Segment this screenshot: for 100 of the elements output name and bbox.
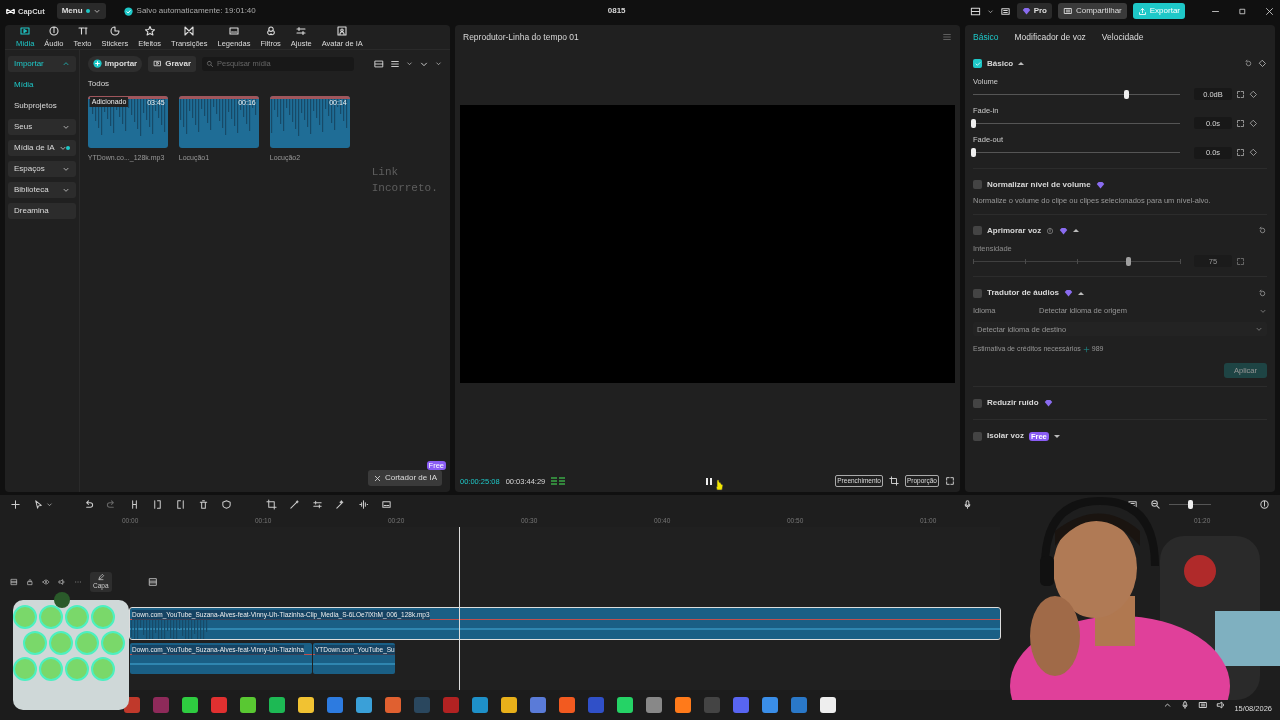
undo-icon[interactable]: [83, 498, 94, 510]
share-screen-icon: [1062, 6, 1073, 17]
section-title: Isolar voz: [987, 430, 1024, 443]
pencil-icon: [96, 572, 105, 581]
screenshot-icon[interactable]: [889, 476, 899, 487]
section-title: Aprimorar voz: [987, 224, 1042, 237]
add-icon[interactable]: [10, 498, 21, 510]
keyframe-icon[interactable]: [1249, 148, 1258, 158]
import-button[interactable]: Importar: [87, 55, 143, 72]
sidebar-group[interactable]: Dreamina: [8, 202, 76, 219]
equalizer-icon[interactable]: [312, 498, 323, 510]
close-icon[interactable]: [1265, 7, 1274, 16]
adjust-icon: [295, 24, 308, 37]
volume-icon[interactable]: [58, 577, 66, 586]
caret-icon[interactable]: [435, 60, 442, 68]
sidebar-item[interactable]: Subprojetos: [8, 97, 76, 114]
inspector-tab[interactable]: Modificador de voz: [1014, 31, 1086, 44]
lock-icon[interactable]: [26, 577, 34, 586]
inspector-tab[interactable]: Velocidade: [1101, 31, 1144, 44]
reset-icon[interactable]: [1258, 226, 1267, 236]
menu-button[interactable]: Menu: [56, 3, 106, 20]
stepper-icon[interactable]: [1236, 118, 1245, 128]
trim-right-icon[interactable]: [175, 498, 186, 510]
pause-icon[interactable]: [705, 476, 714, 486]
sidebar-item[interactable]: Mídia: [8, 76, 76, 93]
keyframe-icon[interactable]: [1249, 118, 1258, 128]
sidebar-group[interactable]: Espaços: [8, 160, 76, 177]
inspector-tab[interactable]: Básico: [973, 31, 999, 44]
keyframe-icon[interactable]: [1258, 59, 1267, 69]
caret-icon[interactable]: [986, 8, 994, 15]
logo-icon: [6, 7, 15, 16]
checkbox[interactable]: [973, 59, 982, 69]
audio-icon: [47, 24, 60, 37]
caret-icon[interactable]: [1018, 61, 1025, 67]
track-icon[interactable]: [10, 577, 18, 586]
visibility-icon[interactable]: [42, 577, 50, 586]
chevron-icon[interactable]: [1163, 700, 1173, 710]
stepper-icon[interactable]: [1236, 148, 1245, 158]
sticker-icon: [108, 24, 121, 37]
subtitles-icon[interactable]: [999, 6, 1011, 17]
trim-left-icon[interactable]: [152, 498, 163, 510]
caret-icon[interactable]: [46, 500, 53, 508]
sidebar-group[interactable]: Seus: [8, 118, 76, 135]
microphone-icon[interactable]: [1180, 700, 1191, 710]
checkbox[interactable]: [973, 431, 982, 441]
redo-icon[interactable]: [106, 498, 117, 510]
grid-view-icon[interactable]: [374, 58, 384, 69]
caret-icon[interactable]: [406, 60, 413, 68]
search-icon: [206, 59, 214, 68]
section-title: Tradutor de áudios: [987, 287, 1059, 300]
audio-wave-icon[interactable]: [358, 498, 369, 510]
caption-icon: [227, 24, 240, 37]
menu-icon[interactable]: [942, 32, 952, 43]
fit-icon[interactable]: [1259, 498, 1270, 510]
star-icon: [143, 24, 156, 37]
caret-icon: [92, 7, 101, 16]
bowtie-icon: [183, 24, 196, 37]
checkbox[interactable]: [973, 226, 982, 236]
section-title: Normalizar nível de volume: [987, 178, 1091, 191]
caret-icon[interactable]: [1073, 228, 1080, 234]
pro-button[interactable]: Pro: [1016, 3, 1052, 20]
maximize-icon[interactable]: [1238, 7, 1247, 16]
slider-thumb[interactable]: [971, 118, 976, 128]
overlay-text: Link Incorreto.: [371, 164, 439, 197]
sidebar-group[interactable]: Mídia de IA: [8, 139, 76, 156]
sidebar-group[interactable]: Biblioteca: [8, 181, 76, 198]
pointer-icon[interactable]: [33, 498, 44, 510]
record-button[interactable]: Gravar: [148, 55, 196, 72]
zoom-thumb[interactable]: [1188, 499, 1193, 509]
share-button[interactable]: Compartilhar: [1057, 3, 1127, 20]
upload-icon: [1137, 7, 1147, 16]
shield-icon[interactable]: [221, 498, 232, 510]
microphone-icon[interactable]: [962, 498, 973, 510]
zoom-out-icon[interactable]: [1150, 498, 1161, 510]
magic-icon[interactable]: [289, 498, 300, 510]
ai-cutter-button[interactable]: Cortador de IA: [367, 470, 442, 487]
fullscreen-icon[interactable]: [945, 476, 955, 487]
caret-icon[interactable]: [1053, 433, 1060, 439]
sort-icon[interactable]: [390, 58, 400, 69]
stepper-icon[interactable]: [1236, 89, 1245, 99]
layout-icon[interactable]: [969, 6, 981, 17]
slider-thumb[interactable]: [1124, 89, 1130, 99]
section-title: Reduzir ruído: [987, 397, 1039, 410]
caption-icon[interactable]: [381, 498, 392, 510]
slider-thumb[interactable]: [971, 148, 976, 158]
delete-icon[interactable]: [198, 498, 209, 510]
sidebar-group[interactable]: Importar: [8, 55, 76, 72]
keyframe-icon[interactable]: [1249, 89, 1258, 99]
media-icon: [19, 24, 32, 37]
camera-icon: [153, 59, 163, 69]
split-icon[interactable]: [129, 498, 140, 510]
checkbox[interactable]: [973, 180, 982, 190]
check-circle-icon: [123, 7, 133, 16]
plus-circle-icon: [92, 59, 102, 69]
volume-icon[interactable]: [1216, 700, 1227, 710]
reset-icon[interactable]: [1244, 59, 1253, 69]
crop-icon[interactable]: [266, 498, 277, 510]
sparkle-icon: [1082, 346, 1090, 354]
checkbox[interactable]: [973, 398, 982, 408]
ai-wand-icon[interactable]: [335, 498, 346, 510]
